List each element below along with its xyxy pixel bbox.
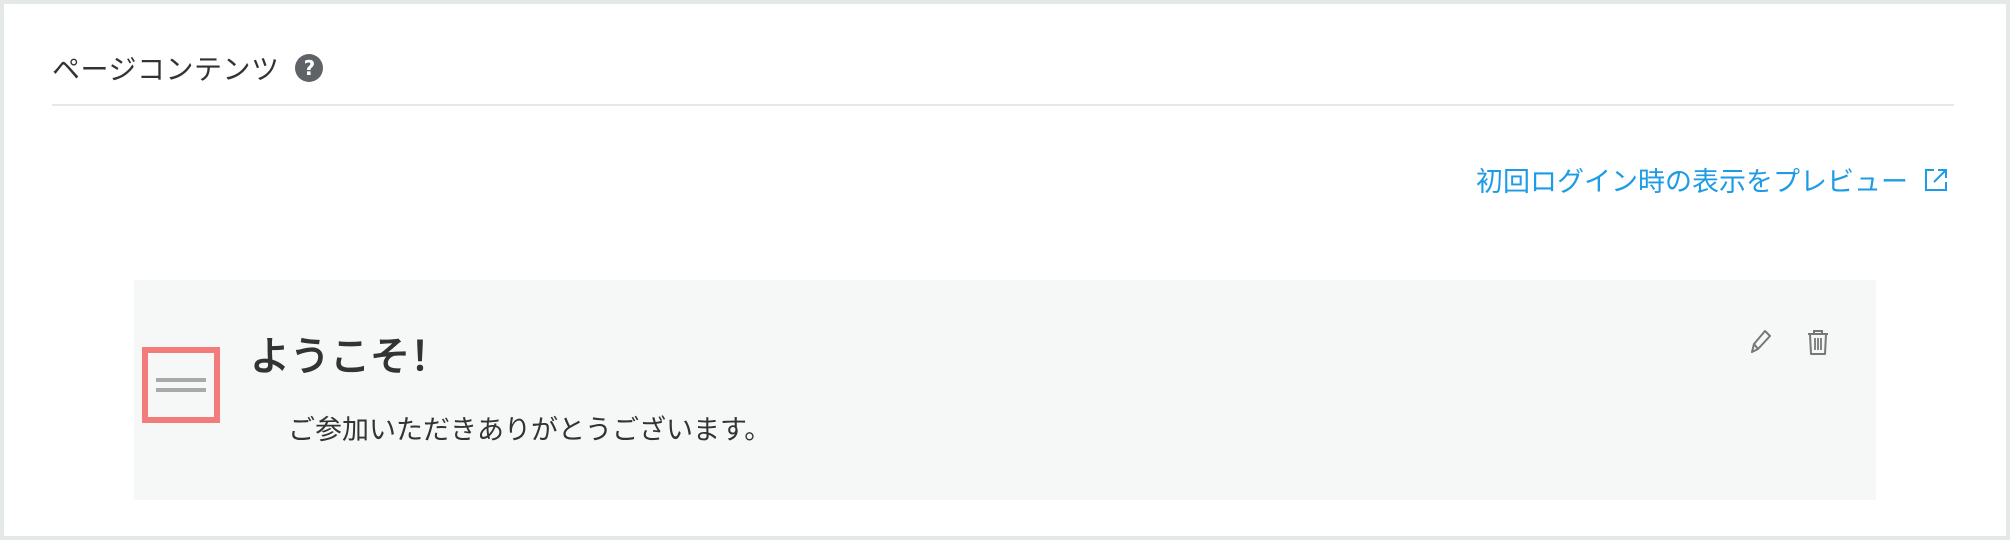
content-card: ようこそ！ ご参加いただきありがとうございます。 (134, 280, 1876, 500)
trash-icon[interactable] (1802, 326, 1834, 358)
external-link-icon (1925, 168, 1947, 191)
pencil-icon[interactable] (1744, 326, 1776, 358)
card-title: ようこそ！ (250, 334, 450, 380)
drag-handle-icon[interactable] (142, 347, 220, 423)
card-body-text: ご参加いただきありがとうございます。 (288, 415, 772, 446)
help-icon[interactable]: ? (295, 54, 324, 82)
section-header: ページコンテンツ ? (52, 48, 324, 88)
preview-link-label: 初回ログイン時の表示をプレビュー (1476, 167, 1908, 198)
preview-link[interactable]: 初回ログイン時の表示をプレビュー (1476, 160, 1950, 199)
page-contents-panel: ページコンテンツ ? 初回ログイン時の表示をプレビュー ようこそ！ ご参加いただ… (4, 4, 2006, 536)
divider (52, 104, 1954, 106)
section-title: ページコンテンツ (52, 53, 280, 86)
card-actions (1718, 326, 1834, 358)
